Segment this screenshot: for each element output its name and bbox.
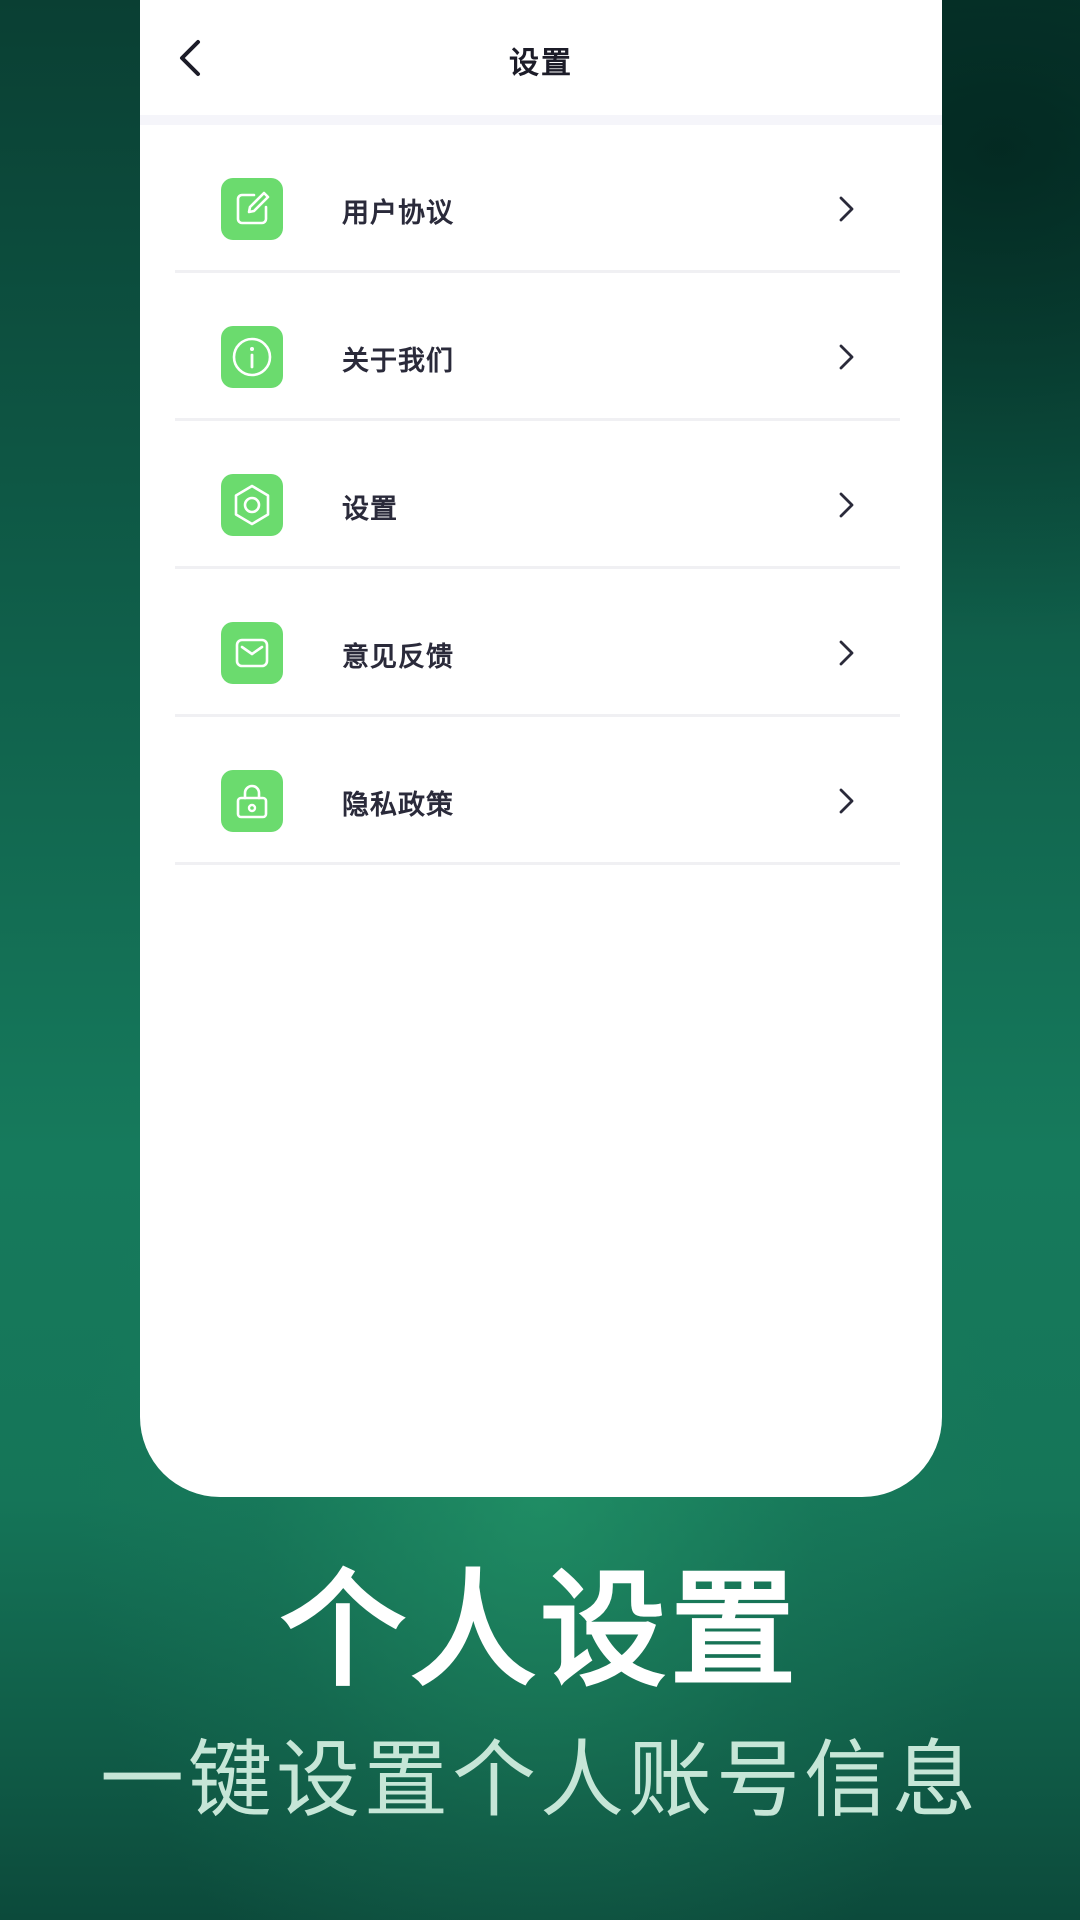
chevron-right-icon [839,492,854,518]
page-title: 设置 [509,46,573,81]
navigation-bar: 设置 [140,0,942,115]
menu-item-privacy-policy[interactable]: 隐私政策 [175,717,900,865]
menu-item-label: 意见反馈 [342,642,454,673]
menu-item-label: 关于我们 [342,346,454,377]
header-divider [140,115,942,125]
menu-item-feedback[interactable]: 意见反馈 [175,569,900,717]
mail-icon [221,622,283,684]
menu-item-user-agreement[interactable]: 用户协议 [175,125,900,273]
chevron-right-icon [839,788,854,814]
edit-icon [221,178,283,240]
menu-item-about-us[interactable]: 关于我们 [175,273,900,421]
chevron-right-icon [839,196,854,222]
phone-screen: 设置 用户协议 关于我们 设置 意见反馈 隐私政策 [140,0,942,1497]
info-icon [221,326,283,388]
chevron-right-icon [839,640,854,666]
settings-menu-list: 用户协议 关于我们 设置 意见反馈 隐私政策 [175,125,900,865]
menu-item-settings[interactable]: 设置 [175,421,900,569]
promo-headline: 个人设置 [280,1557,800,1704]
chevron-right-icon [839,344,854,370]
gear-icon [221,474,283,536]
menu-item-label: 用户协议 [342,198,454,229]
lock-icon [221,770,283,832]
promo-subline: 一键设置个人账号信息 [99,1731,980,1829]
menu-item-label: 设置 [342,494,398,525]
menu-item-label: 隐私政策 [342,790,454,821]
